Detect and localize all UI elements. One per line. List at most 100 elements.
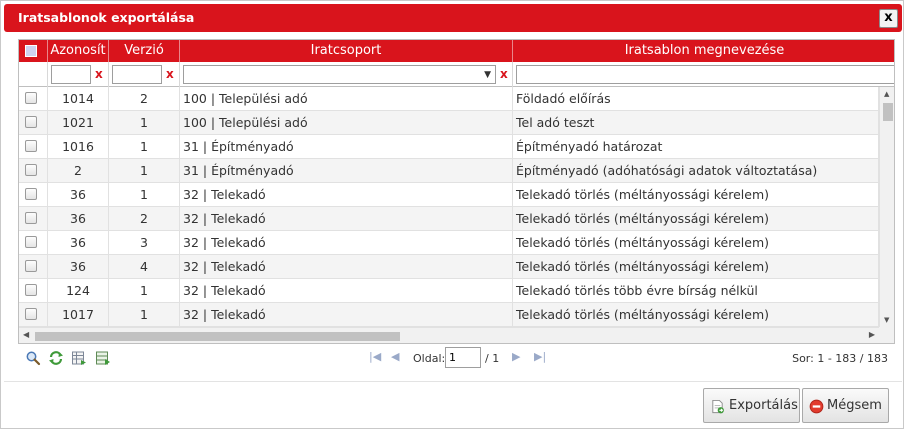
cancel-button-label: Mégsem	[827, 398, 882, 413]
scroll-down-icon[interactable]: ▼	[884, 316, 889, 324]
cell-version: 1	[109, 159, 180, 183]
filter-row: x x ▼ x	[19, 62, 894, 87]
row-checkbox[interactable]	[25, 188, 37, 200]
export-button-label: Exportálás	[729, 398, 798, 413]
refresh-icon[interactable]	[48, 350, 64, 366]
table-row[interactable]: 36 2 32 | Telekadó Telekadó törlés (méltány…	[19, 207, 879, 231]
grid-pager: |◀ ◀ Oldal: / 1 ▶ ▶| Sor: 1 - 183 / 183	[18, 345, 895, 371]
row-select-cell	[19, 87, 48, 111]
templates-grid: Azonosít Verzió Iratcsoport Iratsablon m…	[18, 39, 895, 344]
row-checkbox[interactable]	[25, 284, 37, 296]
cancel-button[interactable]: Mégsem	[802, 388, 889, 423]
cell-id: 1014	[48, 87, 109, 111]
scroll-right-icon[interactable]: ▶	[869, 330, 875, 339]
clear-group-filter-icon[interactable]: x	[500, 67, 508, 81]
cell-name: Földadó előírás	[513, 87, 879, 111]
cell-name: Telekadó törlés (méltányossági kérelem)	[513, 255, 879, 279]
cell-id: 1021	[48, 111, 109, 135]
vertical-scroll-thumb[interactable]	[883, 103, 893, 121]
table-row[interactable]: 36 1 32 | Telekadó Telekadó törlés (méltány…	[19, 183, 879, 207]
cell-id: 36	[48, 207, 109, 231]
filter-version-input[interactable]	[112, 65, 162, 84]
clear-id-filter-icon[interactable]: x	[95, 67, 103, 81]
filter-id-input[interactable]	[51, 65, 91, 84]
cell-group: 32 | Telekadó	[180, 183, 513, 207]
cell-version: 1	[109, 279, 180, 303]
last-page-icon[interactable]: ▶|	[534, 350, 546, 363]
cell-id: 124	[48, 279, 109, 303]
horizontal-scrollbar[interactable]: ◀ ▶	[19, 327, 879, 343]
row-checkbox[interactable]	[25, 164, 37, 176]
horizontal-scroll-thumb[interactable]	[35, 332, 400, 341]
first-page-icon[interactable]: |◀	[369, 350, 381, 363]
filter-cell-id: x	[48, 62, 109, 87]
cell-version: 1	[109, 111, 180, 135]
export-button[interactable]: Exportálás	[703, 388, 800, 423]
table-row[interactable]: 1017 1 32 | Telekadó Telekadó törlés (méltá…	[19, 303, 879, 327]
header-select-all-cell	[19, 40, 48, 62]
row-select-cell	[19, 111, 48, 135]
cell-id: 36	[48, 255, 109, 279]
row-checkbox[interactable]	[25, 236, 37, 248]
cell-version: 2	[109, 87, 180, 111]
filter-cell-group: ▼ x	[180, 62, 513, 87]
cell-group: 32 | Telekadó	[180, 303, 513, 327]
page-total: / 1	[485, 352, 500, 365]
scroll-up-icon[interactable]: ▲	[884, 90, 889, 98]
vertical-scrollbar[interactable]: ▲ ▼	[879, 87, 894, 327]
page-label: Oldal:	[413, 352, 446, 365]
cell-name: Tel adó teszt	[513, 111, 879, 135]
column-header-id[interactable]: Azonosít	[48, 40, 109, 62]
table-row[interactable]: 2 1 31 | Építményadó Építményadó (adóhatósá…	[19, 159, 879, 183]
row-checkbox[interactable]	[25, 140, 37, 152]
row-select-cell	[19, 231, 48, 255]
scroll-left-icon[interactable]: ◀	[23, 330, 29, 339]
row-select-cell	[19, 207, 48, 231]
row-checkbox[interactable]	[25, 92, 37, 104]
export-grid-icon[interactable]	[71, 350, 87, 366]
cell-id: 1016	[48, 135, 109, 159]
row-checkbox[interactable]	[25, 308, 37, 320]
footer-divider	[4, 381, 902, 382]
select-all-checkbox[interactable]	[25, 45, 37, 57]
row-select-cell	[19, 279, 48, 303]
cell-version: 2	[109, 207, 180, 231]
filter-group-select[interactable]: ▼	[183, 65, 496, 84]
table-row[interactable]: 1021 1 100 | Települési adó Tel adó teszt	[19, 111, 879, 135]
search-icon[interactable]	[25, 350, 41, 366]
row-select-cell	[19, 135, 48, 159]
table-row[interactable]: 124 1 32 | Telekadó Telekadó törlés több év…	[19, 279, 879, 303]
cell-id: 2	[48, 159, 109, 183]
cell-name: Építményadó határozat	[513, 135, 879, 159]
column-header-group[interactable]: Iratcsoport	[180, 40, 513, 62]
row-checkbox[interactable]	[25, 116, 37, 128]
row-checkbox[interactable]	[25, 260, 37, 272]
cell-group: 31 | Építményadó	[180, 135, 513, 159]
dialog-title: Iratsablonok exportálása	[18, 10, 195, 25]
filter-cell-name	[513, 62, 894, 87]
filter-name-input[interactable]	[516, 65, 894, 84]
column-header-name[interactable]: Iratsablon megnevezése	[513, 40, 894, 62]
clear-version-filter-icon[interactable]: x	[166, 67, 174, 81]
filter-cell-version: x	[109, 62, 180, 87]
column-header-version[interactable]: Verzió	[109, 40, 180, 62]
cell-name: Telekadó törlés több évre bírság nélkül	[513, 279, 879, 303]
table-row[interactable]: 1014 2 100 | Települési adó Földadó előírás	[19, 87, 879, 111]
scrollbar-corner	[879, 327, 894, 343]
table-row[interactable]: 36 3 32 | Telekadó Telekadó törlés (méltány…	[19, 231, 879, 255]
cell-name: Építményadó (adóhatósági adatok változta…	[513, 159, 879, 183]
page-number-input[interactable]	[445, 347, 481, 368]
grid-header: Azonosít Verzió Iratcsoport Iratsablon m…	[19, 40, 894, 62]
next-page-icon[interactable]: ▶	[512, 350, 520, 363]
table-row[interactable]: 1016 1 31 | Építményadó Építményadó határoz…	[19, 135, 879, 159]
filter-spacer	[19, 62, 48, 87]
prev-page-icon[interactable]: ◀	[391, 350, 399, 363]
cell-version: 4	[109, 255, 180, 279]
chevron-down-icon: ▼	[484, 70, 491, 80]
close-button[interactable]: x	[879, 9, 898, 28]
row-checkbox[interactable]	[25, 212, 37, 224]
dialog-titlebar: Iratsablonok exportálása x	[4, 4, 902, 32]
export-excel-icon[interactable]	[95, 350, 111, 366]
table-row[interactable]: 36 4 32 | Telekadó Telekadó törlés (méltány…	[19, 255, 879, 279]
cell-version: 1	[109, 303, 180, 327]
